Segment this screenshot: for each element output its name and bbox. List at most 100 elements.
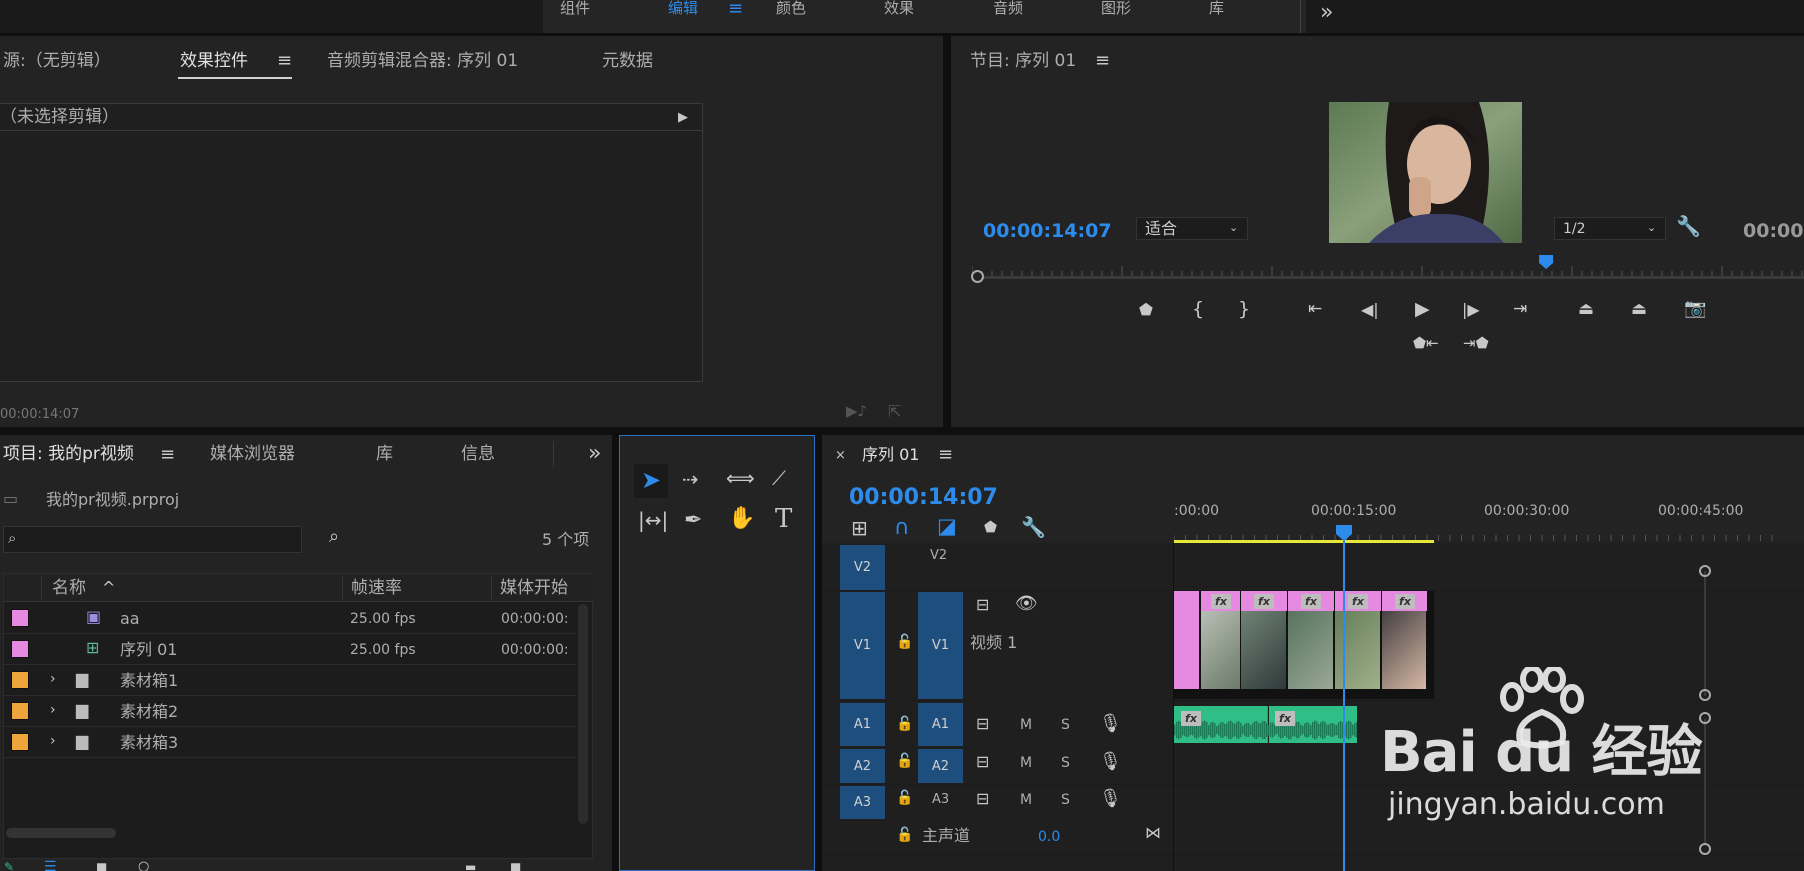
program-playhead-icon[interactable] — [951, 255, 1804, 273]
fit-dropdown[interactable]: 适合 ⌄ — [1136, 217, 1248, 240]
a2-mute[interactable]: M — [1020, 756, 1032, 770]
table-row[interactable]: ▣ aa 25.00 fps 00:00:00: — [4, 603, 576, 634]
program-scrub-start-handle[interactable] — [971, 270, 984, 283]
sync-lock-icon[interactable]: ⊟ — [976, 791, 989, 807]
workspace-tab-audio[interactable]: 音频 — [993, 1, 1023, 16]
tab-metadata[interactable]: 元数据 — [602, 53, 653, 70]
lift-icon[interactable]: ⏏ — [1578, 301, 1594, 318]
overwrite-icon[interactable]: ⇥⬟ — [1463, 336, 1489, 351]
timeline-playhead-line[interactable] — [1343, 536, 1345, 871]
camera-icon[interactable]: 📷 — [1684, 300, 1706, 318]
column-media-start[interactable]: 媒体开始 — [500, 580, 568, 597]
disclosure-arrow-icon[interactable]: › — [50, 734, 56, 748]
zoom-slider-icon[interactable]: ○ — [138, 860, 149, 871]
tab-info[interactable]: 信息 — [461, 446, 495, 463]
sequence-tab[interactable]: 序列 01 — [862, 447, 919, 463]
video-clip[interactable]: fx — [1200, 591, 1241, 689]
a3-label[interactable]: A3 — [932, 793, 949, 806]
a1-target[interactable]: A1 — [918, 703, 963, 746]
lock-icon[interactable]: 🔓 — [896, 791, 913, 805]
play-icon[interactable]: ▶ — [1415, 300, 1430, 319]
label-color-swatch[interactable] — [11, 702, 29, 720]
eye-icon[interactable]: 👁 — [1015, 595, 1038, 613]
scroll-handle[interactable] — [1699, 565, 1711, 577]
find-icon[interactable]: ⌕ — [329, 528, 339, 546]
program-scrub-bar[interactable] — [978, 276, 1804, 279]
project-search-input[interactable]: ⌕ — [3, 526, 302, 553]
horizontal-scrollbar[interactable] — [6, 828, 116, 838]
workspace-tab-libraries[interactable]: 库 — [1209, 1, 1224, 16]
workspace-tab-color[interactable]: 颜色 — [776, 1, 806, 16]
new-item-icon[interactable]: ■ — [510, 861, 521, 871]
scroll-handle[interactable] — [1699, 843, 1711, 855]
tab-libraries[interactable]: 库 — [376, 446, 393, 463]
microphone-icon[interactable]: 🎙 — [1099, 715, 1122, 733]
nest-sequence-icon[interactable]: ⊞ — [851, 518, 868, 538]
workspace-tab-editing[interactable]: 编辑 — [668, 1, 698, 16]
v2-source-patch[interactable]: V2 — [840, 545, 885, 590]
a2-target[interactable]: A2 — [918, 749, 963, 783]
column-name[interactable]: 名称 — [52, 580, 86, 597]
a1-source-patch[interactable]: A1 — [840, 703, 885, 746]
mark-in-icon[interactable]: { — [1192, 300, 1204, 319]
timeline-playhead-icon[interactable] — [1333, 525, 1355, 543]
workspace-tab-assembly[interactable]: 组件 — [560, 1, 590, 16]
workspace-tab-effects[interactable]: 效果 — [884, 1, 914, 16]
hand-tool-icon[interactable]: ✋ — [728, 508, 755, 530]
table-row[interactable]: ⊞ 序列 01 25.00 fps 00:00:00: — [4, 634, 576, 665]
lock-icon[interactable]: 🔓 — [896, 717, 913, 731]
video-clip[interactable]: fx — [1287, 591, 1334, 689]
label-color-swatch[interactable] — [11, 671, 29, 689]
vertical-scrollbar[interactable] — [578, 604, 588, 824]
a2-solo[interactable]: S — [1061, 756, 1070, 770]
add-marker-icon[interactable]: ⬟ — [1139, 302, 1153, 318]
column-frame-rate[interactable]: 帧速率 — [351, 580, 402, 597]
program-menu-icon[interactable]: ≡ — [1095, 52, 1110, 70]
a1-solo[interactable]: S — [1061, 718, 1070, 732]
add-marker-icon[interactable]: ⬟ — [984, 520, 997, 535]
a1-mute[interactable]: M — [1020, 718, 1032, 732]
disclosure-arrow-icon[interactable]: › — [50, 703, 56, 717]
timeline-ruler[interactable] — [1174, 525, 1774, 541]
label-color-swatch[interactable] — [11, 609, 29, 627]
lock-icon[interactable]: 🔓 — [896, 754, 913, 768]
resolution-dropdown[interactable]: 1/2 ⌄ — [1554, 217, 1666, 240]
expand-triangle-icon[interactable]: ▶ — [678, 111, 688, 124]
wrench-icon[interactable]: 🔧 — [1676, 216, 1701, 236]
sequence-menu-icon[interactable]: ≡ — [938, 446, 953, 464]
a3-source-patch[interactable]: A3 — [840, 786, 885, 819]
master-volume-value[interactable]: 0.0 — [1038, 830, 1060, 844]
step-back-icon[interactable]: ◀| — [1361, 302, 1379, 318]
audio-only-icon[interactable]: ▶♪ — [846, 404, 867, 419]
timeline-timecode[interactable]: 00:00:14:07 — [849, 487, 998, 509]
go-to-in-icon[interactable]: ⇤ — [1308, 301, 1322, 318]
icon-view-icon[interactable]: ■ — [96, 861, 107, 871]
extract-icon[interactable]: ⏏ — [1631, 301, 1647, 318]
panel-more-icon[interactable]: » — [588, 443, 601, 465]
effect-controls-menu-icon[interactable]: ≡ — [277, 52, 292, 70]
new-bin-icon[interactable]: ▬ — [465, 861, 476, 871]
lock-icon[interactable]: 🔓 — [896, 828, 913, 842]
sync-lock-icon[interactable]: ⊟ — [976, 597, 989, 613]
table-row[interactable]: › ▆ 素材箱3 — [4, 727, 576, 758]
timeline-settings-icon[interactable]: 🔧 — [1021, 517, 1046, 537]
tab-effect-controls[interactable]: 效果控件 — [180, 53, 248, 70]
close-icon[interactable]: × — [835, 449, 846, 462]
razor-tool-icon[interactable]: ⟋ — [772, 468, 786, 488]
linked-selection-icon[interactable]: ◪ — [937, 516, 957, 537]
tab-source[interactable]: 源:（无剪辑） — [3, 53, 111, 70]
label-color-swatch[interactable] — [11, 640, 29, 658]
step-forward-icon[interactable]: |▶ — [1462, 302, 1480, 318]
video-clip[interactable]: fx — [1334, 591, 1381, 689]
slip-tool-icon[interactable]: |↔| — [638, 510, 668, 530]
a2-source-patch[interactable]: A2 — [840, 749, 885, 783]
sync-lock-icon[interactable]: ⊟ — [976, 716, 989, 732]
label-color-swatch[interactable] — [11, 733, 29, 751]
ripple-edit-tool-icon[interactable]: ⟺ — [726, 468, 755, 488]
selection-tool-icon[interactable]: ➤ — [641, 468, 661, 492]
export-frame-icon[interactable]: ⇱ — [888, 404, 901, 420]
workspace-tab-graphics[interactable]: 图形 — [1101, 1, 1131, 16]
v1-target[interactable]: V1 — [918, 592, 963, 699]
microphone-icon[interactable]: 🎙 — [1099, 790, 1122, 808]
sync-lock-icon[interactable]: ⊟ — [976, 754, 989, 770]
